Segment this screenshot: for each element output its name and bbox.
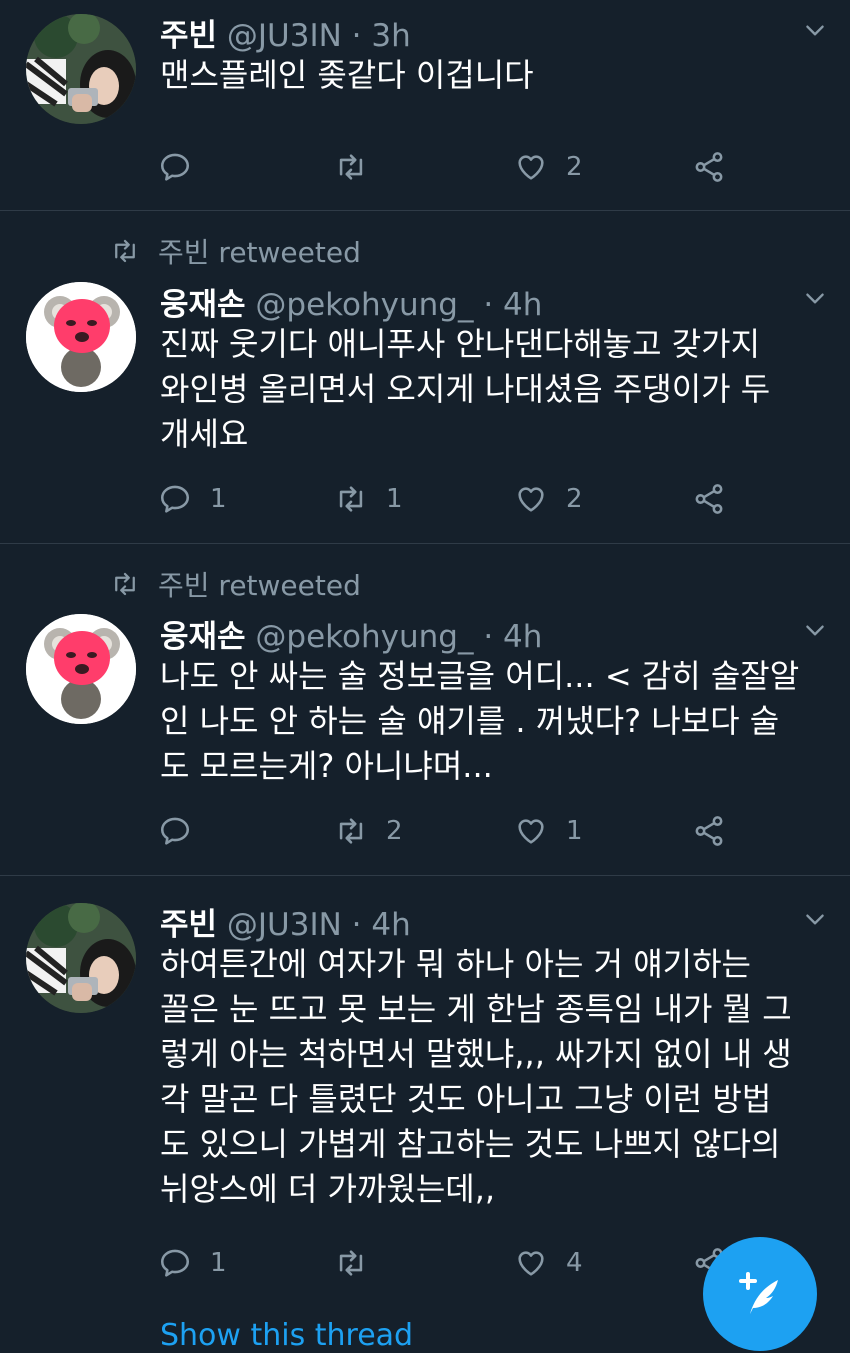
user-handle[interactable]: @JU3IN: [227, 907, 342, 943]
tweet-actions: 1 1 2: [158, 482, 758, 522]
heart-icon: [514, 814, 548, 848]
reply-button[interactable]: 1: [158, 482, 227, 516]
tweet-header: 주빈 @JU3IN · 4h: [160, 899, 411, 944]
tweet-header: 웅재손 @pekohyung_ · 4h: [160, 279, 542, 324]
avatar[interactable]: [26, 282, 136, 392]
show-thread-link[interactable]: Show this thread: [160, 1318, 413, 1353]
timestamp[interactable]: · 3h: [352, 18, 411, 54]
tweet-text-line: 도 모르는게? 아니냐며...: [160, 747, 493, 785]
user-handle[interactable]: @JU3IN: [227, 18, 342, 54]
like-count: 4: [566, 1248, 583, 1278]
retweet-button[interactable]: 1: [334, 482, 403, 516]
retweet-context: 주빈 retweeted: [110, 564, 361, 604]
display-name[interactable]: 웅재손: [160, 619, 246, 655]
like-count: 2: [566, 484, 583, 514]
tweet-text-line: 인 나도 안 하는 술 얘기를 . 꺼냈다? 나보다 술: [160, 702, 780, 740]
user-handle[interactable]: @pekohyung_: [255, 287, 473, 323]
like-button[interactable]: 4: [514, 1246, 583, 1280]
reply-icon: [158, 482, 192, 516]
retweet-button[interactable]: [334, 150, 386, 184]
like-count: 2: [566, 152, 583, 182]
retweet-icon: [110, 236, 140, 266]
tweet-header: 주빈 @JU3IN · 3h: [160, 10, 411, 55]
like-count: 1: [566, 816, 583, 846]
reply-icon: [158, 1246, 192, 1280]
tweet-text-line: 개세요: [160, 415, 249, 453]
tweet-text-line: 뉘앙스에 더 가까웠는데,,: [160, 1170, 496, 1208]
reply-button[interactable]: [158, 814, 210, 848]
tweet-actions: 2 1: [158, 814, 758, 854]
share-button[interactable]: [692, 150, 726, 184]
retweet-icon: [110, 569, 140, 599]
tweet[interactable]: 주빈 @JU3IN · 3h 맨스플레인 좆같다 이겁니다 2: [0, 0, 850, 211]
reply-button[interactable]: [158, 150, 210, 184]
user-handle[interactable]: @pekohyung_: [255, 619, 473, 655]
retweeted-by[interactable]: 주빈 retweeted: [158, 231, 361, 271]
avatar[interactable]: [26, 14, 136, 124]
retweet-button[interactable]: 2: [334, 814, 403, 848]
reply-count: 1: [210, 484, 227, 514]
compose-tweet-button[interactable]: [703, 1237, 817, 1351]
chevron-down-icon[interactable]: [802, 907, 828, 933]
reply-button[interactable]: 1: [158, 1246, 227, 1280]
tweet[interactable]: 주빈 retweeted 웅재손 @pekohyung_ · 4h 나도 안 싸…: [0, 544, 850, 876]
tweet-actions: 2: [158, 150, 758, 190]
timestamp[interactable]: · 4h: [352, 907, 411, 943]
display-name[interactable]: 주빈: [160, 907, 217, 943]
like-button[interactable]: 1: [514, 814, 583, 848]
reply-icon: [158, 814, 192, 848]
chevron-down-icon[interactable]: [802, 286, 828, 312]
share-icon: [692, 150, 726, 184]
retweeted-by[interactable]: 주빈 retweeted: [158, 564, 361, 604]
tweet-text-line: 꼴은 눈 뜨고 못 보는 게 한남 종특임 내가 뭘 그: [160, 990, 792, 1028]
share-icon: [692, 814, 726, 848]
tweet-text-line: 진짜 웃기다 애니푸사 안나댄다해놓고 갖가지: [160, 325, 761, 363]
display-name[interactable]: 웅재손: [160, 287, 246, 323]
tweet-text: 맨스플레인 좆같다 이겁니다: [160, 53, 830, 98]
reply-icon: [158, 150, 192, 184]
tweet-header: 웅재손 @pekohyung_ · 4h: [160, 611, 542, 656]
retweet-count: 1: [386, 484, 403, 514]
tweet-text-line: 나도 안 싸는 술 정보글을 어디... < 감히 술잘알: [160, 657, 800, 695]
share-icon: [692, 482, 726, 516]
tweet-text-line: 하여튼간에 여자가 뭐 하나 아는 거 얘기하는: [160, 945, 751, 983]
retweet-context: 주빈 retweeted: [110, 231, 361, 271]
timestamp[interactable]: · 4h: [483, 619, 542, 655]
chevron-down-icon[interactable]: [802, 18, 828, 44]
tweet-text-line: 와인병 올리면서 오지게 나대셨음 주댕이가 두: [160, 370, 771, 408]
tweet-text: 나도 안 싸는 술 정보글을 어디... < 감히 술잘알 인 나도 안 하는 …: [160, 654, 830, 789]
like-button[interactable]: 2: [514, 482, 583, 516]
retweet-icon: [334, 482, 368, 516]
timestamp[interactable]: · 4h: [483, 287, 542, 323]
like-button[interactable]: 2: [514, 150, 583, 184]
tweet-actions: 1 4: [158, 1246, 758, 1286]
tweet-text-line: 도 있으니 가볍게 참고하는 것도 나쁘지 않다의: [160, 1125, 781, 1163]
retweet-count: 2: [386, 816, 403, 846]
chevron-down-icon[interactable]: [802, 618, 828, 644]
tweet-text-line: 각 말곤 다 틀렸단 것도 아니고 그냥 이런 방법: [160, 1080, 772, 1118]
tweet-text: 진짜 웃기다 애니푸사 안나댄다해놓고 갖가지 와인병 올리면서 오지게 나대셨…: [160, 322, 830, 457]
reply-count: 1: [210, 1248, 227, 1278]
avatar[interactable]: [26, 903, 136, 1013]
share-button[interactable]: [692, 482, 726, 516]
tweet-text-line: 렇게 아는 척하면서 말했냐,,, 싸가지 없이 내 생: [160, 1035, 792, 1073]
heart-icon: [514, 1246, 548, 1280]
display-name[interactable]: 주빈: [160, 18, 217, 54]
retweet-icon: [334, 150, 368, 184]
heart-icon: [514, 150, 548, 184]
retweet-icon: [334, 1246, 368, 1280]
retweet-button[interactable]: [334, 1246, 386, 1280]
avatar[interactable]: [26, 614, 136, 724]
compose-feather-icon: [739, 1272, 778, 1314]
heart-icon: [514, 482, 548, 516]
tweet[interactable]: 주빈 retweeted 웅재손 @pekohyung_ · 4h 진짜 웃기다…: [0, 211, 850, 544]
retweet-icon: [334, 814, 368, 848]
tweet-text-line: 맨스플레인 좆같다 이겁니다: [160, 56, 534, 94]
tweet-text: 하여튼간에 여자가 뭐 하나 아는 거 얘기하는 꼴은 눈 뜨고 못 보는 게 …: [160, 942, 830, 1212]
share-button[interactable]: [692, 814, 726, 848]
